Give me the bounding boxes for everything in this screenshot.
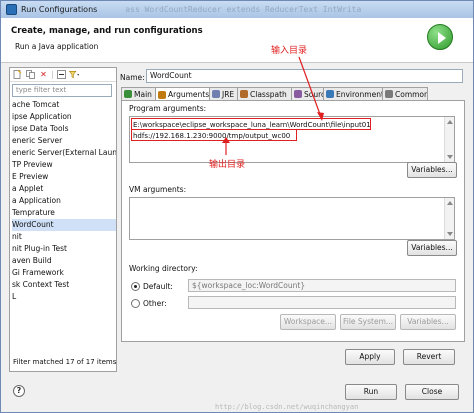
run-configurations-window: Run Configurations ass WordCountReducer … xyxy=(0,0,474,413)
run-button[interactable]: Run xyxy=(345,384,397,400)
default-radio[interactable] xyxy=(131,282,140,291)
tree-item[interactable]: Temprature xyxy=(12,207,116,219)
tab-jre[interactable]: JRE xyxy=(209,87,238,100)
tab-label: JRE xyxy=(222,89,235,99)
revert-button[interactable]: Revert xyxy=(403,349,455,365)
help-icon[interactable]: ? xyxy=(13,385,25,397)
other-label: Other: xyxy=(143,299,167,308)
configuration-tree-panel: ✕ | type filter text ache Tomcat ipse App… xyxy=(9,67,117,372)
arguments-tab-icon xyxy=(158,90,166,99)
tab-common[interactable]: Common xyxy=(382,87,428,100)
run-icon xyxy=(427,24,453,50)
tab-label: Main xyxy=(134,89,152,99)
window-title: Run Configurations xyxy=(21,5,98,14)
classpath-tab-icon xyxy=(240,90,248,98)
tree-item[interactable]: aven Build xyxy=(12,255,116,267)
filter-status: Filter matched 17 of 17 items xyxy=(13,358,117,366)
tree-item[interactable]: Gi Framework xyxy=(12,267,116,279)
tree-item[interactable]: TP Preview xyxy=(12,159,116,171)
delete-icon[interactable]: ✕ xyxy=(38,70,49,80)
duplicate-icon[interactable] xyxy=(25,70,36,80)
program-arguments-label: Program arguments: xyxy=(129,104,207,113)
program-arguments-scrollbar[interactable] xyxy=(444,117,454,162)
tree-item[interactable]: nit Plug-in Test xyxy=(12,243,116,255)
filter-input[interactable]: type filter text xyxy=(12,84,112,97)
tab-label: Environment xyxy=(336,89,383,99)
tab-label: Common xyxy=(395,89,428,99)
watermark: http://blog.csdn.net/wuqinchangyan xyxy=(215,403,359,411)
other-radio[interactable] xyxy=(131,299,140,308)
tree-item[interactable]: ache Tomcat xyxy=(12,99,116,111)
name-label: Name: xyxy=(120,73,145,82)
working-directory-group: Working directory: Default: ${workspace_… xyxy=(128,261,458,337)
filter-icon[interactable] xyxy=(69,70,80,80)
new-icon[interactable] xyxy=(12,70,23,80)
tree-item[interactable]: eneric Server xyxy=(12,135,116,147)
background-code-text: ass WordCountReducer extends ReducerText… xyxy=(125,5,362,14)
tree-toolbar: ✕ | xyxy=(10,68,116,82)
tree-item[interactable]: nit xyxy=(12,231,116,243)
header-title: Create, manage, and run configurations xyxy=(11,26,203,36)
program-variables-button[interactable]: Variables... xyxy=(407,162,457,178)
tab-label: Arguments xyxy=(168,90,210,99)
input-dir-arrow xyxy=(298,56,324,121)
dialog-header: Create, manage, and run configurations R… xyxy=(1,18,473,63)
tree-item[interactable]: a Applet xyxy=(12,183,116,195)
title-bar: Run Configurations ass WordCountReducer … xyxy=(1,1,473,18)
apply-button[interactable]: Apply xyxy=(345,349,395,365)
tree-item[interactable]: sk Context Test xyxy=(12,279,116,291)
file-system-button[interactable]: File System... xyxy=(340,314,396,330)
tree-item[interactable]: ipse Application xyxy=(12,111,116,123)
jre-tab-icon xyxy=(212,90,220,98)
workspace-button[interactable]: Workspace... xyxy=(280,314,336,330)
default-label: Default: xyxy=(143,282,173,291)
output-dir-arrow xyxy=(222,137,230,155)
main-tab-icon xyxy=(124,90,132,98)
tab-classpath[interactable]: Classpath xyxy=(237,87,292,100)
tree-item[interactable]: a Application xyxy=(12,195,116,207)
output-path-highlight xyxy=(131,129,297,141)
output-dir-annotation: 输出目录 xyxy=(209,160,246,170)
tree-item[interactable]: L xyxy=(12,291,116,303)
separator-icon: | xyxy=(51,69,54,79)
tab-label: Classpath xyxy=(250,89,287,99)
tree-item[interactable]: ipse Data Tools xyxy=(12,123,116,135)
vm-arguments-scrollbar[interactable] xyxy=(444,198,454,239)
close-button[interactable]: Close xyxy=(405,384,459,400)
default-directory-field: ${workspace_loc:WordCount} xyxy=(188,279,456,292)
vm-variables-button[interactable]: Variables... xyxy=(407,240,457,256)
vm-arguments-label: VM arguments: xyxy=(129,185,187,194)
configuration-tree: ache Tomcat ipse Application ipse Data Too… xyxy=(12,99,116,303)
tree-item[interactable]: eneric Server(External Launch) xyxy=(12,147,116,159)
common-tab-icon xyxy=(385,90,393,98)
arguments-tab-panel: Program arguments: E:\workspace\eclipse_… xyxy=(121,100,465,342)
eclipse-app-icon xyxy=(6,4,17,15)
tree-item[interactable]: E Preview xyxy=(12,171,116,183)
tab-environment[interactable]: Environment xyxy=(323,87,383,100)
collapse-icon[interactable] xyxy=(56,70,67,80)
other-directory-field[interactable] xyxy=(188,296,456,309)
header-subtitle: Run a Java application xyxy=(15,42,99,51)
tree-item[interactable]: WordCount xyxy=(12,219,116,231)
vm-arguments-field[interactable] xyxy=(129,197,455,240)
tab-arguments[interactable]: Arguments xyxy=(155,87,210,101)
working-directory-label: Working directory: xyxy=(129,264,198,273)
tab-main[interactable]: Main xyxy=(121,87,156,100)
working-dir-variables-button[interactable]: Variables... xyxy=(400,314,456,330)
